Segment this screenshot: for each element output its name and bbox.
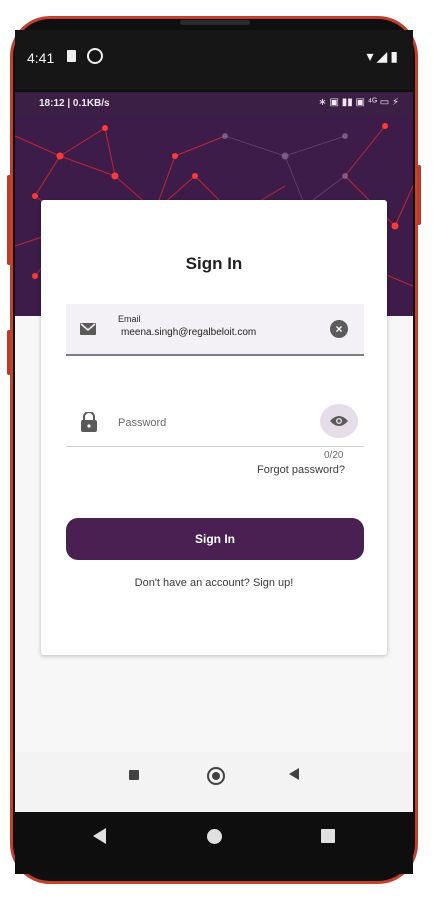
clear-icon[interactable]: ×: [330, 320, 348, 338]
device-back-icon[interactable]: [93, 828, 106, 844]
app-status-bar: 18:12 | 0.1KB/s ∗ ▣ ▮▮ ▣ ⁴ᴳ ▭ ⚡: [15, 92, 413, 116]
speaker-grille: [180, 20, 250, 25]
nav-home-icon[interactable]: [207, 767, 225, 785]
signal-battery-icons: ▾◢▮: [366, 48, 401, 64]
sync-icon: [87, 48, 103, 64]
app-status-icons: ∗ ▣ ▮▮ ▣ ⁴ᴳ ▭ ⚡: [318, 97, 399, 108]
nav-back-icon[interactable]: [289, 768, 299, 780]
password-field[interactable]: [66, 400, 364, 447]
sdcard-icon: [67, 50, 76, 62]
password-char-counter: 0/20: [324, 450, 344, 461]
email-field[interactable]: Email meena.singh@regalbeloit.com ×: [66, 304, 364, 356]
mail-icon: [80, 323, 96, 335]
status-time: 4:41: [27, 50, 55, 66]
signin-button[interactable]: Sign In: [66, 518, 364, 560]
device-recents-icon[interactable]: [321, 829, 335, 843]
lock-icon: [81, 412, 97, 432]
signin-card: Sign In Email meena.singh@regalbeloit.co…: [41, 200, 387, 655]
nav-recents-icon[interactable]: [129, 770, 139, 780]
app-screen: 18:12 | 0.1KB/s ∗ ▣ ▮▮ ▣ ⁴ᴳ ▭ ⚡ Sign In …: [15, 92, 413, 812]
app-status-time: 18:12 | 0.1KB/s: [39, 98, 110, 109]
eye-icon: [330, 416, 348, 426]
toggle-password-visibility-button[interactable]: [320, 404, 358, 438]
email-value[interactable]: meena.singh@regalbeloit.com: [121, 327, 256, 338]
email-label: Email: [118, 314, 141, 324]
device-home-icon[interactable]: [207, 829, 222, 844]
app-navigation-bar: [15, 752, 413, 812]
signup-link[interactable]: Don't have an account? Sign up!: [41, 577, 387, 589]
device-navigation-bar: [15, 812, 413, 874]
page-title: Sign In: [185, 254, 243, 273]
device-status-bar: 4:41 ▾◢▮: [15, 30, 413, 90]
password-input[interactable]: [116, 413, 310, 433]
forgot-password-link[interactable]: Forgot password?: [257, 464, 345, 476]
